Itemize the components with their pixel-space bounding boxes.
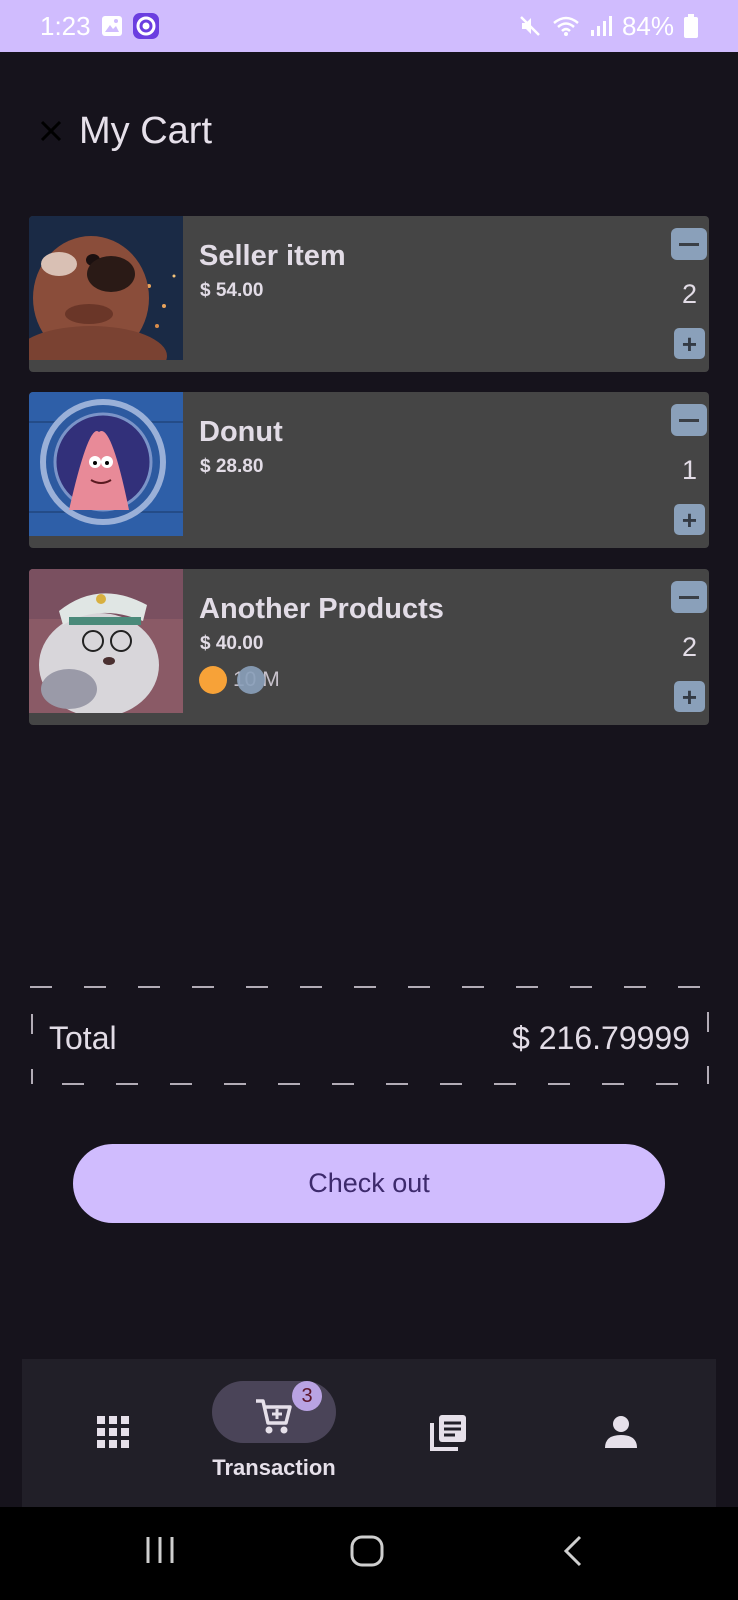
plus-icon: + (681, 504, 698, 535)
decrease-quantity-button[interactable] (671, 404, 707, 436)
checkout-button[interactable]: Check out (73, 1144, 665, 1223)
item-name: Donut (199, 416, 283, 448)
back-icon[interactable] (562, 1535, 586, 1567)
cart-item[interactable]: Seller item $ 54.00 2 + (29, 216, 709, 372)
page-title: My Cart (79, 110, 212, 152)
grid-icon (97, 1416, 129, 1448)
decrease-quantity-button[interactable] (671, 228, 707, 260)
record-icon (132, 13, 159, 39)
quantity-value: 1 (681, 455, 697, 485)
increase-quantity-button[interactable]: + (674, 328, 705, 359)
cart-item[interactable]: Donut $ 28.80 1 + (29, 392, 709, 548)
nav-item-home[interactable] (33, 1359, 193, 1507)
item-price: $ 40.00 (200, 633, 264, 654)
battery-percent: 84% (621, 10, 674, 41)
nav-item-profile[interactable] (541, 1359, 701, 1507)
minus-icon (679, 595, 699, 599)
total-value: $ 216.79999 (512, 1020, 690, 1056)
color-swatch-orange (199, 666, 227, 694)
recent-apps-icon[interactable] (144, 1535, 176, 1565)
total-label: Total (49, 1020, 117, 1056)
product-image (29, 569, 183, 713)
minus-icon (679, 418, 699, 422)
status-right: 84% (518, 11, 698, 42)
app-bar: My Cart (0, 100, 738, 170)
wifi-icon (552, 14, 580, 38)
system-navigation-bar (0, 1507, 738, 1600)
cart-item[interactable]: Another Products $ 40.00 10 M 2 + (29, 569, 709, 725)
home-icon[interactable] (350, 1535, 384, 1567)
item-price: $ 28.80 (200, 456, 264, 477)
item-name: Seller item (199, 240, 346, 272)
nav-label-transaction: Transaction (212, 1455, 336, 1480)
increase-quantity-button[interactable]: + (674, 681, 705, 712)
item-name: Another Products (199, 593, 444, 625)
cart-badge: 3 (292, 1381, 322, 1411)
quantity-value: 2 (681, 632, 697, 662)
increase-quantity-button[interactable]: + (674, 504, 705, 535)
plus-icon: + (681, 681, 698, 712)
library-icon (430, 1415, 466, 1451)
close-button[interactable] (34, 114, 68, 148)
mute-icon (518, 14, 542, 38)
bottom-navigation: 3 Transaction (22, 1359, 716, 1507)
close-icon (40, 120, 62, 142)
status-left: 1:23 (40, 11, 159, 42)
item-price: $ 54.00 (200, 280, 264, 301)
product-image (29, 392, 183, 536)
nav-item-library[interactable] (368, 1359, 528, 1507)
status-bar: 1:23 84% (0, 0, 738, 52)
quantity-value: 2 (681, 279, 697, 309)
person-icon (605, 1416, 637, 1448)
plus-icon: + (681, 328, 698, 359)
decrease-quantity-button[interactable] (671, 581, 707, 613)
nav-item-transaction[interactable]: 3 Transaction (194, 1359, 354, 1507)
total-box: Total $ 216.79999 (30, 984, 710, 1087)
product-image (29, 216, 183, 360)
signal-icon (590, 15, 612, 37)
color-swatch-blue (237, 666, 265, 694)
battery-icon (684, 14, 698, 38)
status-time: 1:23 (40, 10, 91, 41)
variant-row: 10 M (199, 666, 319, 696)
cart-icon (256, 1399, 292, 1434)
gallery-icon (101, 15, 123, 37)
minus-icon (679, 242, 699, 246)
